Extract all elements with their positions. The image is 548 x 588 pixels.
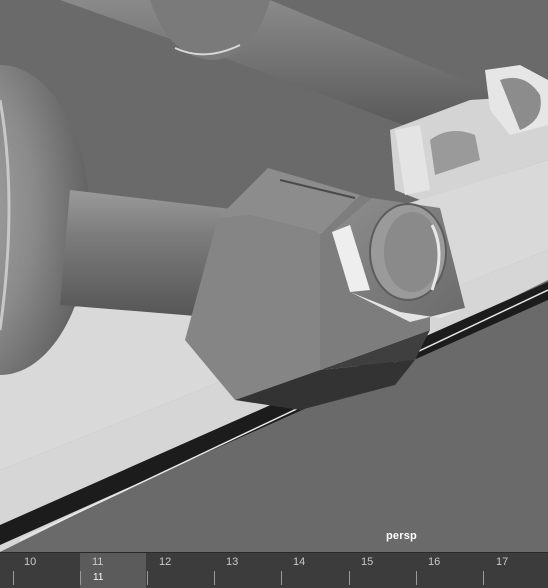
frame-label: 15 (361, 556, 374, 568)
current-frame-highlight (80, 553, 146, 588)
current-frame-indicator: 11 (93, 572, 104, 583)
frame-label: 10 (24, 556, 37, 568)
perspective-viewport[interactable]: persp (0, 0, 548, 552)
timeline-tick (147, 571, 148, 585)
time-slider[interactable]: 10 11 12 13 14 15 16 17 11 (0, 552, 548, 588)
timeline-tick (80, 571, 81, 585)
frame-label: 16 (428, 556, 441, 568)
viewport-scene (0, 0, 548, 552)
frame-label: 13 (226, 556, 239, 568)
camera-name-label: persp (386, 530, 417, 542)
frame-label: 12 (159, 556, 172, 568)
timeline-tick (281, 571, 282, 585)
timeline-tick (483, 571, 484, 585)
timeline-tick (349, 571, 350, 585)
timeline-tick (416, 571, 417, 585)
frame-label: 14 (293, 556, 306, 568)
frame-label: 17 (496, 556, 509, 568)
frame-label: 11 (92, 556, 104, 568)
timeline-tick (13, 571, 14, 585)
maya-application: persp 10 11 12 13 14 15 16 17 11 (0, 0, 548, 588)
timeline-tick (214, 571, 215, 585)
